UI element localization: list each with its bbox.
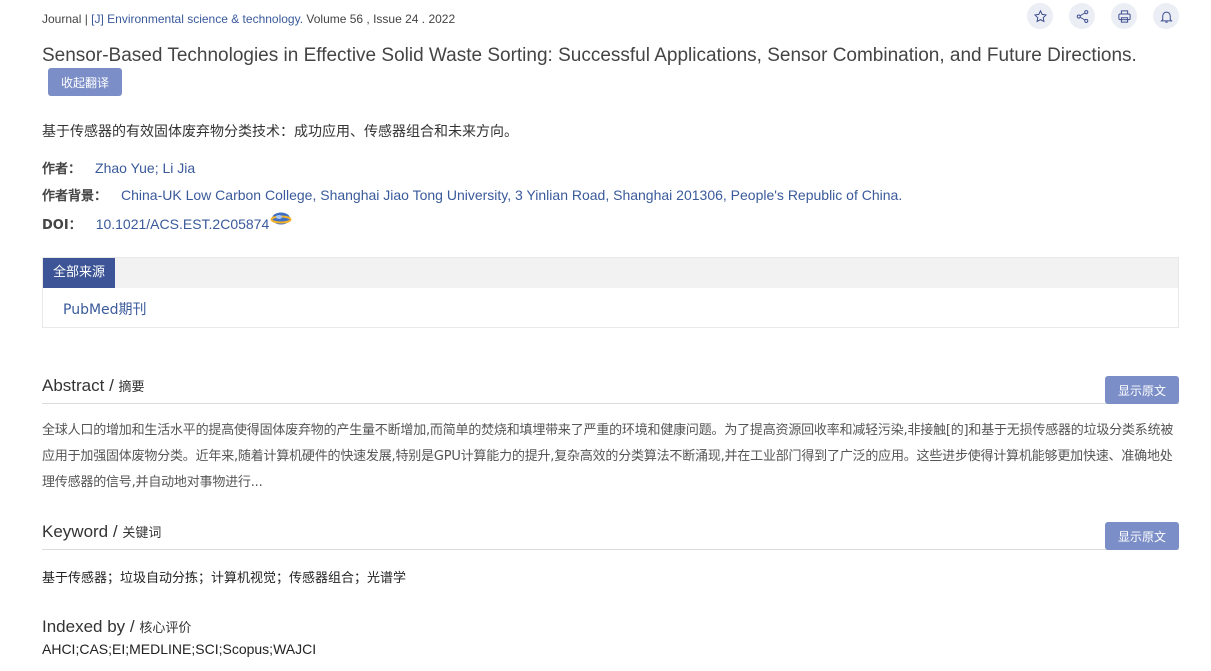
star-icon — [1033, 9, 1047, 22]
printer-icon — [1117, 9, 1131, 23]
keyword-heading-en: Keyword / — [42, 522, 123, 541]
authors-row: 作者： Zhao Yue; Li Jia — [42, 158, 195, 177]
keyword-show-original-button[interactable]: 显示原文 — [1105, 522, 1179, 550]
keywords-text: 基于传感器；垃圾自动分拣；计算机视觉；传感器组合；光谱学 — [42, 571, 407, 586]
alert-button[interactable] — [1153, 3, 1179, 29]
sources-tabbar: 全部来源 — [43, 258, 1178, 288]
abstract-text: 全球人口的增加和生活水平的提高使得固体废弃物的产生量不断增加,而简单的焚烧和填埋… — [42, 423, 1174, 490]
abstract-heading-cn: 摘要 — [118, 380, 145, 395]
doi-link[interactable]: 10.1021/ACS.EST.2C05874 — [96, 216, 270, 232]
affiliation-row: 作者背景： China-UK Low Carbon College, Shangh… — [42, 185, 902, 204]
affiliation-label: 作者背景： — [42, 189, 108, 204]
journal-link[interactable]: [J] Environmental science & technology. — [91, 12, 303, 26]
bell-icon — [1159, 11, 1173, 23]
doi-row: DOI： 10.1021/ACS.EST.2C05874 — [42, 211, 292, 233]
meta-separator: | — [81, 12, 92, 26]
source-pubmed-link[interactable]: PubMed期刊 — [63, 299, 147, 319]
abstract-show-original-button[interactable]: 显示原文 — [1105, 376, 1179, 404]
indexed-heading-en: Indexed by / — [42, 617, 140, 636]
publication-meta: Journal | [J] Environmental science & te… — [42, 12, 455, 26]
authors-label: 作者： — [42, 162, 82, 177]
authors-link[interactable]: Zhao Yue; Li Jia — [95, 160, 195, 176]
print-button[interactable] — [1111, 3, 1137, 29]
affiliation-link[interactable]: China-UK Low Carbon College, Shanghai Ji… — [121, 187, 902, 203]
keyword-heading: Keyword / 关键词 — [42, 522, 1179, 550]
keyword-heading-cn: 关键词 — [122, 526, 162, 541]
doi-link-icon[interactable] — [270, 211, 292, 226]
abstract-heading-en: Abstract / — [42, 376, 119, 395]
share-icon — [1076, 9, 1088, 23]
publication-type: Journal — [42, 12, 82, 26]
translated-title: 基于传感器的有效固体废弃物分类技术：成功应用、传感器组合和未来方向。 — [42, 124, 518, 140]
doi-label: DOI： — [42, 218, 82, 233]
top-action-bar — [1027, 3, 1179, 29]
article-title: Sensor-Based Technologies in Effective S… — [42, 45, 1137, 66]
indexed-heading-cn: 核心评价 — [139, 621, 192, 636]
sources-panel: 全部来源 PubMed期刊 — [42, 257, 1179, 328]
tab-all-sources[interactable]: 全部来源 — [43, 258, 116, 288]
volume-issue: Volume 56 , Issue 24 . 2022 — [303, 12, 456, 26]
favorite-button[interactable] — [1027, 3, 1053, 29]
collapse-translation-button[interactable]: 收起翻译 — [48, 68, 122, 96]
share-button[interactable] — [1069, 3, 1095, 29]
abstract-heading: Abstract / 摘要 — [42, 376, 1179, 404]
indexed-text: AHCI;CAS;EI;MEDLINE;SCI;Scopus;WAJCI — [42, 641, 317, 657]
